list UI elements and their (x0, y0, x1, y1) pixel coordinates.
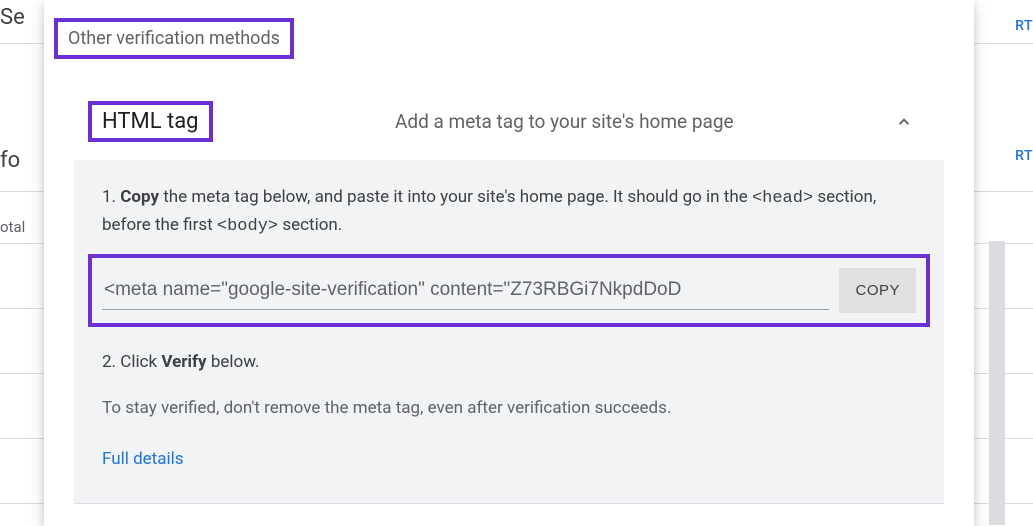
method-title-highlight: HTML tag (88, 101, 213, 142)
step1-suffix: section. (278, 215, 342, 235)
bg-fragment-se: Se (0, 5, 25, 30)
full-details-link[interactable]: Full details (102, 449, 184, 469)
meta-tag-row-highlight: COPY (88, 254, 930, 327)
method-title: HTML tag (102, 109, 199, 134)
meta-tag-input[interactable] (102, 271, 829, 310)
accordion-header[interactable]: HTML tag Add a meta tag to your site's h… (74, 83, 944, 160)
method-subtitle: Add a meta tag to your site's home page (237, 110, 892, 133)
section-header-other-methods: Other verification methods (54, 18, 294, 59)
step1-code-head: <head> (752, 189, 813, 208)
scrollbar-track[interactable] (989, 241, 1005, 525)
step1-bold: Copy (120, 187, 159, 207)
hint-text: To stay verified, don't remove the meta … (102, 395, 916, 422)
bg-fragment-rt: RT (1015, 18, 1033, 34)
step2-bold: Verify (161, 352, 206, 372)
step1-rest-a: the meta tag below, and paste it into yo… (159, 187, 752, 207)
step1-prefix: 1. (102, 187, 120, 207)
bg-fragment-fo: fo (0, 148, 20, 173)
step2-suffix: below. (207, 352, 260, 372)
step-1-text: 1. Copy the meta tag below, and paste it… (102, 184, 916, 240)
bg-fragment-rt: RT (1015, 148, 1033, 164)
scrollbar-thumb[interactable] (989, 241, 1005, 525)
step1-code-body: <body> (217, 217, 278, 236)
bg-fragment-otal: otal (0, 218, 25, 236)
accordion-header-left: HTML tag (88, 101, 213, 142)
accordion-body: 1. Copy the meta tag below, and paste it… (74, 160, 944, 503)
copy-button[interactable]: COPY (839, 268, 916, 313)
step-2-text: 2. Click Verify below. (102, 349, 916, 376)
verification-modal: Other verification methods HTML tag Add … (44, 0, 974, 526)
accordion-html-tag: HTML tag Add a meta tag to your site's h… (74, 83, 944, 504)
chevron-up-icon[interactable] (892, 110, 916, 134)
step2-prefix: 2. Click (102, 352, 161, 372)
